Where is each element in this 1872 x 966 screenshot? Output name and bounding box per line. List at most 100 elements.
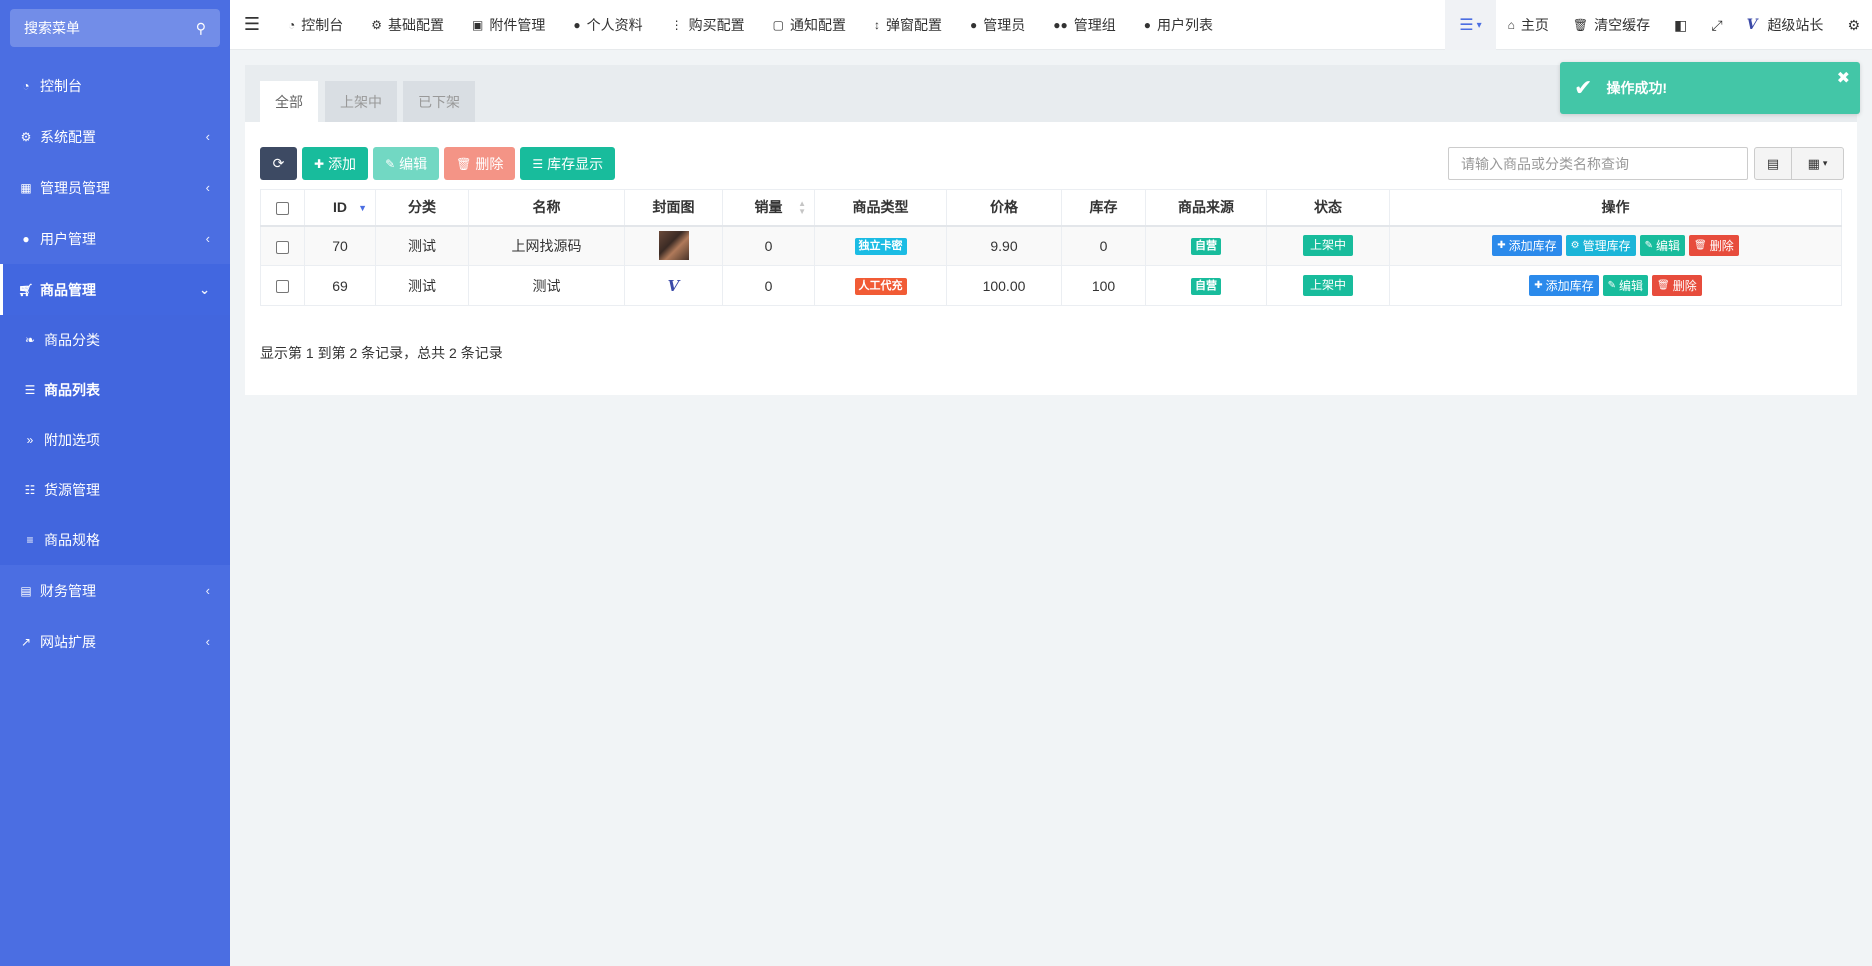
user-icon: ●	[22, 231, 30, 246]
delete-label: 删除	[475, 155, 504, 172]
sidebar-item-product-manage[interactable]: 🛒︎ 商品管理 ⌄	[0, 264, 230, 315]
submenu-item-product-list[interactable]: ☰ 商品列表	[0, 365, 230, 415]
plus-icon: ✚	[1497, 240, 1506, 252]
column-header-label: 商品来源	[1178, 199, 1234, 216]
column-header-label: 销量	[754, 199, 783, 216]
add-stock-label: 添加库存	[1545, 279, 1594, 293]
sidebar-item-label: 商品管理	[40, 281, 96, 298]
submenu-item-addon-options[interactable]: » 附加选项	[0, 415, 230, 465]
column-header-stock: 库存	[1061, 189, 1146, 227]
row-edit-button[interactable]: ✎ 编辑	[1602, 275, 1649, 296]
sidebar-item-admin-manage[interactable]: ▦ 管理员管理 ‹	[0, 162, 230, 213]
sidebar-item-system-config[interactable]: ⚙ 系统配置 ‹	[0, 111, 230, 162]
column-header-id[interactable]: ID ▼	[304, 189, 376, 227]
tab-list-dropdown[interactable]: ☰ ▾	[1445, 0, 1496, 50]
chevron-left-icon: ‹	[205, 129, 210, 144]
topnav-link-dashboard[interactable]: ◔ 控制台	[274, 0, 357, 50]
sidebar-item-dashboard[interactable]: ◔ 控制台	[0, 60, 230, 111]
pagination-info: 显示第 1 到第 2 条记录，总共 2 条记录	[260, 345, 503, 361]
cover-logo-image[interactable]: V	[668, 277, 680, 295]
topnav-link-admins[interactable]: ● 管理员	[956, 0, 1039, 50]
column-header-sales[interactable]: 销量 ▲ ▼	[722, 189, 815, 227]
column-header-label: 库存	[1089, 199, 1118, 216]
row-checkbox[interactable]	[276, 240, 289, 254]
add-stock-button[interactable]: ✚ 添加库存	[1492, 235, 1562, 257]
cover-thumbnail[interactable]	[658, 231, 689, 261]
add-stock-button[interactable]: ✚ 添加库存	[1529, 275, 1599, 296]
cell-price: 9.90	[946, 225, 1062, 266]
pencil-icon: ✎	[1644, 240, 1654, 252]
manage-stock-button[interactable]: ⚙ 管理库存	[1565, 235, 1636, 257]
select-all-checkbox[interactable]	[276, 202, 289, 216]
product-search-input[interactable]: 请输入商品或分类名称查询	[1448, 147, 1748, 180]
topnav-link-attachments[interactable]: ▣ 附件管理	[458, 0, 559, 50]
select-all-cell	[260, 189, 305, 227]
submenu-item-label: 商品规格	[44, 532, 100, 548]
language-switch-icon[interactable]: ◧	[1662, 0, 1699, 50]
column-header-label: 分类	[408, 199, 436, 216]
sort-icon: ▲ ▼	[798, 199, 806, 216]
row-edit-button[interactable]: ✎ 编辑	[1639, 235, 1686, 257]
delete-button[interactable]: 🗑︎ 删除	[444, 147, 516, 180]
twitch-icon: ▢	[772, 17, 784, 32]
leaf-icon: ❧	[24, 333, 36, 347]
submenu-item-label: 附加选项	[44, 432, 100, 448]
topnav-link-popup-config[interactable]: ↕ 弹窗配置	[860, 0, 956, 50]
topnav-link-profile[interactable]: ● 个人资料	[559, 0, 656, 50]
topnav-link-notify-config[interactable]: ▢ 通知配置	[759, 0, 860, 50]
submenu-item-product-category[interactable]: ❧ 商品分类	[0, 315, 230, 365]
menu-search-input[interactable]: 搜索菜单 ⚲	[10, 9, 220, 47]
stock-display-button[interactable]: ☰ 库存显示	[520, 147, 616, 180]
trash-icon: 🗑︎	[1657, 280, 1670, 291]
settings-icon[interactable]: ⚙	[1835, 0, 1872, 50]
sort-icon: ↕	[873, 17, 880, 32]
tab-all[interactable]: 全部	[260, 81, 318, 122]
status-toggle[interactable]: 上架中	[1302, 235, 1353, 257]
menu-toggle-icon[interactable]: ☰	[230, 14, 274, 35]
status-toggle[interactable]: 上架中	[1302, 275, 1353, 296]
user-icon: ●	[969, 17, 978, 32]
cell-stock: 100	[1061, 265, 1146, 306]
table-row: 70 测试 上网找源码 0 独立卡密 9.90 0 自营 上架中 ✚ 添加库存 ⚙…	[260, 225, 1842, 266]
column-header-cover: 封面图	[624, 189, 723, 227]
home-link[interactable]: ⌂ 主页	[1496, 0, 1561, 50]
column-header-label: 封面图	[652, 199, 695, 216]
row-delete-button[interactable]: 🗑︎ 删除	[1689, 235, 1739, 257]
topnav-link-basic-config[interactable]: ⚙ 基础配置	[357, 0, 458, 50]
product-table: ID ▼ 分类 名称 封面图 销量 ▲ ▼ 商品类型 价格 库存 商品来源 状态 操作…	[260, 189, 1842, 306]
row-delete-button[interactable]: 🗑︎ 删除	[1652, 275, 1702, 296]
add-button[interactable]: ✚ 添加	[302, 147, 369, 180]
submenu-item-supply-manage[interactable]: ☷ 货源管理	[0, 465, 230, 515]
submenu-item-product-spec[interactable]: ≡ 商品规格	[0, 515, 230, 565]
topnav-link-user-list[interactable]: ● 用户列表	[1130, 0, 1227, 50]
clear-cache-button[interactable]: 🗑︎ 清空缓存	[1561, 0, 1662, 50]
sidebar: 搜索菜单 ⚲ ◔ 控制台 ⚙ 系统配置 ‹ ▦ 管理员管理 ‹ ● 用户管理 ‹…	[0, 0, 230, 966]
submenu-item-label: 货源管理	[44, 482, 100, 498]
sidebar-item-finance-manage[interactable]: ▤ 财务管理 ‹	[0, 565, 230, 616]
column-header-type: 商品类型	[814, 189, 947, 227]
row-checkbox[interactable]	[276, 280, 289, 294]
card-view-button[interactable]: ▤	[1754, 147, 1792, 180]
refresh-button[interactable]: ⟳	[260, 147, 297, 180]
caret-down-icon: ▾	[1822, 158, 1828, 168]
chevron-left-icon: ‹	[205, 180, 210, 195]
close-icon[interactable]: ✖	[1837, 68, 1850, 88]
topnav-link-purchase-config[interactable]: ⋮ 购买配置	[657, 0, 759, 50]
add-label: 添加	[328, 155, 357, 172]
ledger-icon: ▤	[20, 583, 32, 598]
sidebar-item-user-manage[interactable]: ● 用户管理 ‹	[0, 213, 230, 264]
fullscreen-icon[interactable]: ⤢	[1699, 0, 1734, 50]
sidebar-item-site-extension[interactable]: ↗ 网站扩展 ‹	[0, 616, 230, 667]
cell-type: 人工代充	[814, 265, 947, 306]
columns-dropdown-button[interactable]: ▦ ▾	[1792, 147, 1844, 180]
tab-on-sale[interactable]: 上架中	[325, 81, 397, 122]
column-header-name: 名称	[468, 189, 625, 227]
refresh-icon: ⟳	[272, 155, 285, 171]
cell-category: 测试	[375, 225, 469, 266]
cell-name: 上网找源码	[468, 225, 625, 266]
topnav-link-admin-groups[interactable]: ●● 管理组	[1039, 0, 1130, 50]
edit-button[interactable]: ✎ 编辑	[373, 147, 440, 180]
user-menu[interactable]: V 超级站长	[1735, 0, 1836, 50]
column-header-label: ID	[333, 199, 347, 216]
tab-off-sale[interactable]: 已下架	[403, 81, 475, 122]
